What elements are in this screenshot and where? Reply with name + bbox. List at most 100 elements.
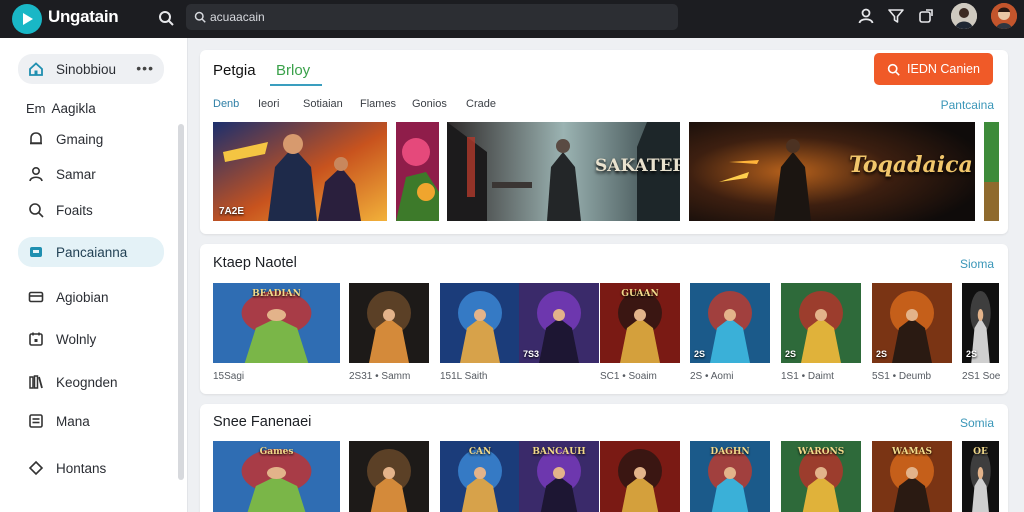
document-icon	[29, 414, 43, 428]
game-tile[interactable]: BEADIAN	[213, 283, 340, 363]
cta-button[interactable]: IEDN Canien	[874, 53, 993, 85]
game-tile[interactable]: WAMAS	[872, 441, 952, 512]
see-all-link[interactable]: Pantcaina	[941, 98, 994, 112]
sidebar-item-label: Mana	[56, 413, 90, 429]
tile-title: BEADIAN	[252, 289, 301, 299]
sidebar-item-prefix: Em	[26, 100, 46, 116]
section-panel-one: Ktaep Naotel Sioma BEADIAN 15Sagi 2S31 • S…	[200, 244, 1008, 394]
banner-card[interactable]: Toqadaica	[689, 122, 975, 221]
tile-title: WAMAS	[892, 447, 932, 457]
sidebar-scrollbar[interactable]	[178, 124, 184, 480]
search-bar[interactable]	[186, 4, 678, 30]
game-tile[interactable]	[600, 441, 680, 512]
sidebar-item-label: Gmaing	[56, 131, 104, 147]
chip-denb[interactable]: Denb	[213, 98, 239, 110]
sidebar-item-hontans[interactable]: Hontans	[18, 453, 164, 483]
tile-meta: 5S1 • Deumb	[872, 371, 932, 382]
more-icon[interactable]: •••	[136, 60, 154, 76]
tile-meta: 15Sagi	[213, 371, 245, 382]
game-tile[interactable]: Games	[213, 441, 340, 512]
chip-crade[interactable]: Crade	[466, 98, 496, 110]
search-icon	[29, 203, 44, 218]
top-bar: Ungatain	[0, 0, 1024, 38]
tile-badge: 2S	[694, 349, 706, 359]
search-icon[interactable]	[158, 10, 174, 26]
sidebar-item-label: Aagikla	[51, 100, 96, 116]
game-tile[interactable]	[349, 283, 429, 363]
chip-sotiaian[interactable]: Sotiaian	[303, 98, 343, 110]
share-icon[interactable]	[917, 7, 935, 25]
see-all-link[interactable]: Somia	[960, 416, 994, 430]
game-tile[interactable]: WARONS	[781, 441, 861, 512]
home-icon	[29, 62, 43, 76]
game-tile[interactable]	[349, 441, 429, 512]
game-tile[interactable]: GUAAN	[600, 283, 680, 363]
tile-meta: 2S31 • Samm	[349, 371, 411, 382]
see-all-link[interactable]: Sioma	[960, 257, 994, 271]
library-icon	[29, 375, 43, 389]
card-icon	[28, 291, 44, 303]
brand-name: Ungatain	[48, 7, 119, 26]
game-tile[interactable]: CAN	[440, 441, 520, 512]
game-tile[interactable]	[440, 283, 520, 363]
banner-card[interactable]: 7A2E	[213, 122, 387, 221]
sidebar-item-foaits[interactable]: Foaits	[18, 195, 164, 225]
sidebar-item-gmaing[interactable]: Gmaing	[18, 124, 164, 154]
avatar[interactable]	[951, 3, 977, 29]
cta-label: IEDN Canien	[907, 62, 980, 76]
sidebar-item-label: Wolnly	[56, 331, 97, 347]
tile-meta: 2S • Aomi	[690, 371, 734, 382]
calendar-icon	[29, 332, 43, 346]
tile-title: GUAAN	[621, 289, 659, 299]
tab-petgia[interactable]: Petgia	[213, 62, 256, 79]
sidebar-item-wolnly[interactable]: Wolnly	[18, 324, 164, 354]
search-input[interactable]	[210, 10, 650, 24]
sidebar-item-aagikla[interactable]: Em Aagikla	[18, 93, 164, 123]
tile-title: CAN	[468, 447, 492, 457]
banner-card[interactable]	[396, 122, 439, 221]
sidebar: Sinobbiou ••• Em Aagikla Gmaing Samar Fo…	[0, 38, 188, 512]
sidebar-item-agiobian[interactable]: Agiobian	[18, 282, 164, 312]
sidebar-item-keognden[interactable]: Keognden	[18, 367, 164, 397]
game-tile[interactable]: OE	[962, 441, 999, 512]
search-icon	[194, 11, 206, 23]
banner-card[interactable]: SAKATER	[447, 122, 680, 221]
game-tile[interactable]: 2S	[962, 283, 999, 363]
sidebar-item-pancaianna[interactable]: Pancaianna	[18, 237, 164, 267]
profile-avatar[interactable]	[991, 3, 1017, 29]
sidebar-item-label: Pancaianna	[56, 244, 128, 260]
tile-badge: 2S	[966, 349, 978, 359]
game-tile[interactable]: BANCAUH	[519, 441, 599, 512]
sidebar-item-label: Foaits	[56, 202, 93, 218]
banner-label: 7A2E	[219, 206, 245, 217]
game-tile[interactable]: 7S3	[519, 283, 599, 363]
sidebar-item-label: Samar	[56, 166, 96, 182]
tile-meta: 1S1 • Daimt	[781, 371, 834, 382]
tile-meta: SC1 • Soaim	[600, 371, 657, 382]
chip-flames[interactable]: Flames	[360, 98, 396, 110]
game-tile[interactable]: 2S	[690, 283, 770, 363]
store-icon	[30, 247, 42, 257]
game-tile[interactable]: 2S	[872, 283, 952, 363]
sidebar-item-home[interactable]: Sinobbiou •••	[18, 54, 164, 84]
play-logo-icon[interactable]	[12, 4, 42, 34]
section-panel-two: Snee Fanenaei Somia Games CAN BANCAUH DAGHN…	[200, 404, 1008, 512]
sidebar-item-label: Hontans	[56, 460, 107, 476]
game-tile[interactable]: DAGHN	[690, 441, 770, 512]
tile-meta: 2S1 Soe	[962, 371, 1001, 382]
section-title: Ktaep Naotel	[213, 255, 297, 271]
game-tile[interactable]: 2S	[781, 283, 861, 363]
sidebar-item-label: Sinobbiou	[56, 61, 117, 77]
filter-icon[interactable]	[887, 7, 905, 25]
tab-brloy[interactable]: Brloy	[276, 62, 310, 79]
tile-badge: 2S	[876, 349, 888, 359]
chip-gonios[interactable]: Gonios	[412, 98, 447, 110]
sidebar-item-mana[interactable]: Mana	[18, 406, 164, 436]
tile-title: WARONS	[797, 447, 845, 457]
sidebar-item-samar[interactable]: Samar	[18, 159, 164, 189]
chip-ieori[interactable]: Ieori	[258, 98, 279, 110]
diamond-icon	[28, 460, 44, 476]
user-icon[interactable]	[857, 7, 875, 25]
banner-card[interactable]	[984, 122, 999, 221]
sidebar-item-label: Keognden	[56, 374, 118, 390]
